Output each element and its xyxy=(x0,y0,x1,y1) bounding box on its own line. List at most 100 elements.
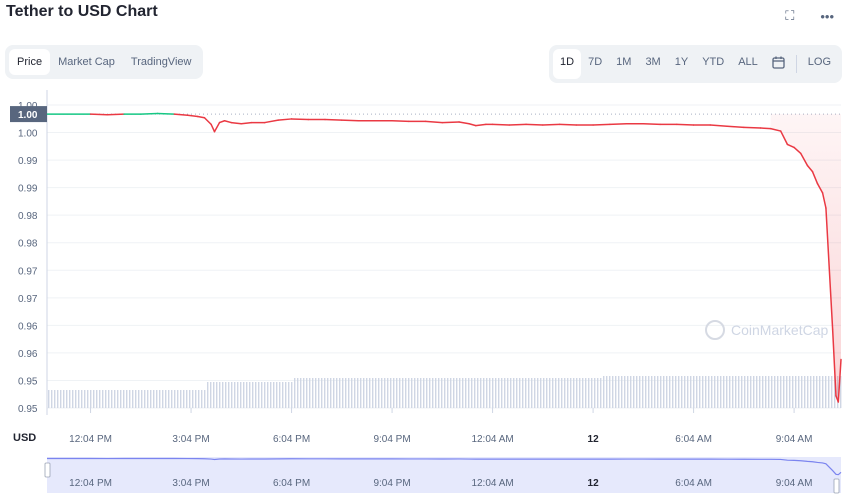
navigator-x-tick-label: 6:04 AM xyxy=(675,478,712,489)
volume-bar xyxy=(789,376,791,408)
volume-bar xyxy=(696,376,698,408)
tab-price[interactable]: Price xyxy=(9,49,51,75)
volume-bar xyxy=(513,378,515,408)
y-grid xyxy=(46,90,841,415)
volume-bar xyxy=(78,390,80,408)
volume-bar xyxy=(783,376,785,408)
tab-tradingview[interactable]: TradingView xyxy=(123,49,200,75)
volume-bar xyxy=(429,378,431,408)
volume-bar xyxy=(366,378,368,408)
price-segment xyxy=(609,123,628,126)
range-all[interactable]: ALL xyxy=(731,49,765,79)
volume-bar xyxy=(747,376,749,408)
volume-bar xyxy=(693,376,695,408)
more-dots-icon[interactable]: ••• xyxy=(820,9,834,24)
volume-bar xyxy=(54,390,56,408)
volume-bar xyxy=(252,382,254,408)
volume-bar xyxy=(717,376,719,408)
volume-bar xyxy=(777,376,779,408)
volume-bar xyxy=(225,382,227,408)
x-tick-label: 12 xyxy=(588,434,600,445)
price-segment xyxy=(642,123,661,126)
volume-bar xyxy=(378,378,380,408)
volume-bar xyxy=(90,390,92,408)
volume-bar xyxy=(102,390,104,408)
volume-bar xyxy=(405,378,407,408)
expand-icon[interactable]: ⛶ xyxy=(785,8,794,24)
coinmarketcap-watermark: CoinMarketCap xyxy=(705,320,828,340)
volume-bar xyxy=(780,376,782,408)
range-7d[interactable]: 7D xyxy=(581,49,609,79)
volume-bar xyxy=(516,378,518,408)
log-toggle[interactable]: LOG xyxy=(801,49,838,79)
volume-bar xyxy=(501,378,503,408)
volume-bar xyxy=(822,376,824,408)
volume-bar xyxy=(201,390,203,408)
price-segment xyxy=(106,113,125,116)
volume-bar xyxy=(768,376,770,408)
volume-bar xyxy=(123,390,125,408)
price-chart[interactable]: 1.00 1.00 0.99 0.99 0.98 0.98 0.97 0.97 0.96 0.96… xyxy=(0,90,856,455)
price-segment xyxy=(491,123,511,126)
navigator-x-tick-label: 3:04 PM xyxy=(172,478,209,489)
volume-bar xyxy=(414,378,416,408)
volume-bar xyxy=(798,376,800,408)
volume-bar xyxy=(705,376,707,408)
volume-bar xyxy=(330,378,332,408)
volume-bar xyxy=(444,378,446,408)
volume-bar xyxy=(477,378,479,408)
volume-bar xyxy=(813,376,815,408)
volume-bar xyxy=(591,378,593,408)
range-1m[interactable]: 1M xyxy=(609,49,638,79)
volume-bar xyxy=(264,382,266,408)
volume-bar xyxy=(576,378,578,408)
price-segment xyxy=(240,121,253,125)
volume-bar xyxy=(459,378,461,408)
price-segment xyxy=(230,121,243,125)
price-segment xyxy=(264,119,279,124)
volume-bar xyxy=(675,376,677,408)
volume-bar xyxy=(615,376,617,408)
volume-bar xyxy=(318,378,320,408)
volume-bar xyxy=(564,378,566,408)
volume-bar xyxy=(375,378,377,408)
range-navigator[interactable]: 12:04 PM 3:04 PM 6:04 PM 9:04 PM 12:04 AM 12 6… xyxy=(0,455,856,495)
volume-bar xyxy=(162,390,164,408)
volume-bar xyxy=(762,376,764,408)
volume-bar xyxy=(324,378,326,408)
volume-bar xyxy=(246,382,248,408)
volume-bar xyxy=(549,378,551,408)
volume-bar xyxy=(753,376,755,408)
volume-bar xyxy=(75,390,77,408)
volume-bar xyxy=(468,378,470,408)
volume-bar xyxy=(132,390,134,408)
range-1y[interactable]: 1Y xyxy=(668,49,695,79)
navigator-x-tick-label: 12:04 PM xyxy=(69,478,112,489)
x-tick-label: 6:04 PM xyxy=(273,434,310,445)
range-3m[interactable]: 3M xyxy=(638,49,667,79)
volume-bar xyxy=(471,378,473,408)
navigator-left-handle[interactable] xyxy=(44,462,51,478)
volume-bar xyxy=(672,376,674,408)
price-segment xyxy=(210,123,216,133)
range-1d[interactable]: 1D xyxy=(553,49,582,79)
volume-bar xyxy=(111,390,113,408)
volume-bar xyxy=(213,382,215,408)
volume-bar xyxy=(588,378,590,408)
volume-bar xyxy=(756,376,758,408)
chart-title: Tether to USD Chart xyxy=(6,3,158,20)
volume-bar xyxy=(51,390,53,408)
volume-bar xyxy=(357,378,359,408)
volume-bar xyxy=(816,376,818,408)
volume-bar xyxy=(639,376,641,408)
volume-bar xyxy=(381,378,383,408)
navigator-right-handle[interactable] xyxy=(833,478,840,494)
volume-bar xyxy=(594,378,596,408)
volume-bar xyxy=(105,390,107,408)
volume-bar xyxy=(153,390,155,408)
volume-bar xyxy=(687,376,689,408)
range-ytd[interactable]: YTD xyxy=(695,49,731,79)
tab-market-cap[interactable]: Market Cap xyxy=(50,49,123,75)
volume-bar xyxy=(741,376,743,408)
calendar-icon[interactable] xyxy=(765,49,792,79)
